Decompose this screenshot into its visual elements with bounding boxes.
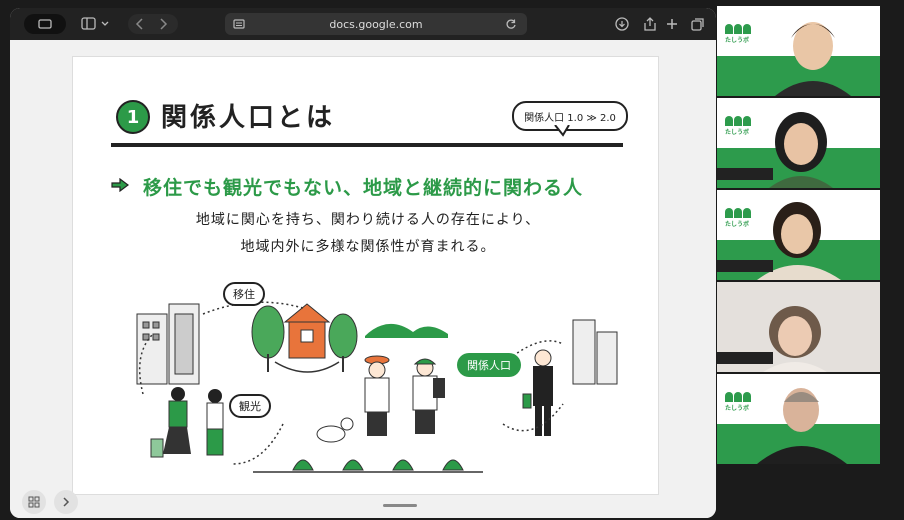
dog-icon [316, 417, 354, 443]
slide-description: 地域に関心を持ち、関わり続ける人の存在により、 地域内外に多様な関係性が育まれる… [188, 207, 548, 261]
participant-tile-1[interactable]: たしうボ [717, 6, 880, 96]
hills-icon [365, 323, 448, 338]
download-icon [615, 17, 629, 31]
tashilabo-logo-icon: たしうボ [725, 116, 753, 136]
label-kankei-jinko: 関係人口 [457, 353, 521, 377]
reload-icon[interactable] [505, 18, 517, 30]
new-tab-icon [667, 19, 677, 29]
tashilabo-logo-icon: たしうボ [725, 24, 753, 44]
title-rule [111, 143, 623, 147]
tabs-icon [691, 18, 704, 31]
slide-number: 1 [116, 100, 150, 134]
participant-avatar [769, 112, 833, 188]
arrow-right-icon [111, 178, 129, 192]
participant-tile-5[interactable]: たしうボ [717, 374, 880, 464]
participant-avatar [775, 22, 851, 96]
description-line-2: 地域内外に多様な関係性が育まれる。 [240, 239, 496, 255]
businessman-icon [522, 349, 553, 436]
label-kanko: 観光 [229, 394, 271, 418]
bubble-tail-icon [554, 125, 570, 137]
crops-icon [292, 459, 464, 471]
hammock-icon [274, 361, 340, 373]
nav-buttons [128, 14, 178, 34]
sidebar-toggle-button[interactable] [80, 16, 114, 32]
forward-icon [160, 18, 168, 30]
screen-edge [880, 0, 904, 520]
slide-subtitle: 移住でも観光でもない、地域と継続的に関わる人 [143, 177, 584, 199]
url-text: docs.google.com [329, 17, 423, 31]
next-slide-button[interactable] [54, 490, 78, 514]
illustration [136, 301, 618, 473]
slide: 1 関係人口とは 関係人口 1.0 ≫ 2.0 移住でも観光でもない、地域と継続… [72, 56, 659, 495]
description-line-1: 地域に関心を持ち、関わり続ける人の存在により、 [195, 212, 541, 228]
house-icon [283, 303, 331, 359]
name-label-bar [717, 260, 773, 272]
tashilabo-logo-icon: たしうボ [725, 208, 753, 228]
share-icon [644, 17, 656, 31]
name-label-bar [717, 168, 773, 180]
browser-toolbar: docs.google.com [10, 8, 716, 40]
sidebar-icon [81, 17, 109, 30]
slide-title: 関係人口とは [161, 103, 336, 133]
back-icon [135, 18, 143, 30]
page-settings-icon[interactable] [233, 18, 245, 30]
participant-avatar [757, 202, 841, 280]
tashilabo-logo-icon: たしうボ [725, 392, 753, 412]
tab-overview-button[interactable] [24, 14, 66, 34]
grid-view-button[interactable] [22, 490, 46, 514]
participant-tile-3[interactable]: たしうボ [717, 190, 880, 280]
page-content: 1 関係人口とは 関係人口 1.0 ≫ 2.0 移住でも観光でもない、地域と継続… [10, 40, 716, 518]
label-iju: 移住 [223, 282, 265, 306]
farmers-icon [364, 355, 445, 436]
participant-tile-2[interactable]: たしうボ [717, 98, 880, 188]
travelers-icon [150, 387, 224, 458]
participant-tile-4[interactable] [717, 282, 880, 372]
grid-icon [28, 496, 40, 508]
badge-text: 関係人口 1.0 ≫ 2.0 [524, 112, 616, 124]
tab-icon [38, 19, 52, 29]
participant-avatar [757, 388, 847, 464]
browser-window: docs.google.com 1 関係人口とは 関係人口 1.0 ≫ 2.0 … [10, 8, 716, 518]
chevron-right-icon [63, 497, 70, 507]
station-buildings-icon [572, 319, 618, 385]
home-indicator [383, 504, 417, 507]
address-bar[interactable]: docs.google.com [225, 13, 527, 35]
name-label-bar [717, 352, 773, 364]
toolbar-right-buttons [615, 17, 704, 31]
